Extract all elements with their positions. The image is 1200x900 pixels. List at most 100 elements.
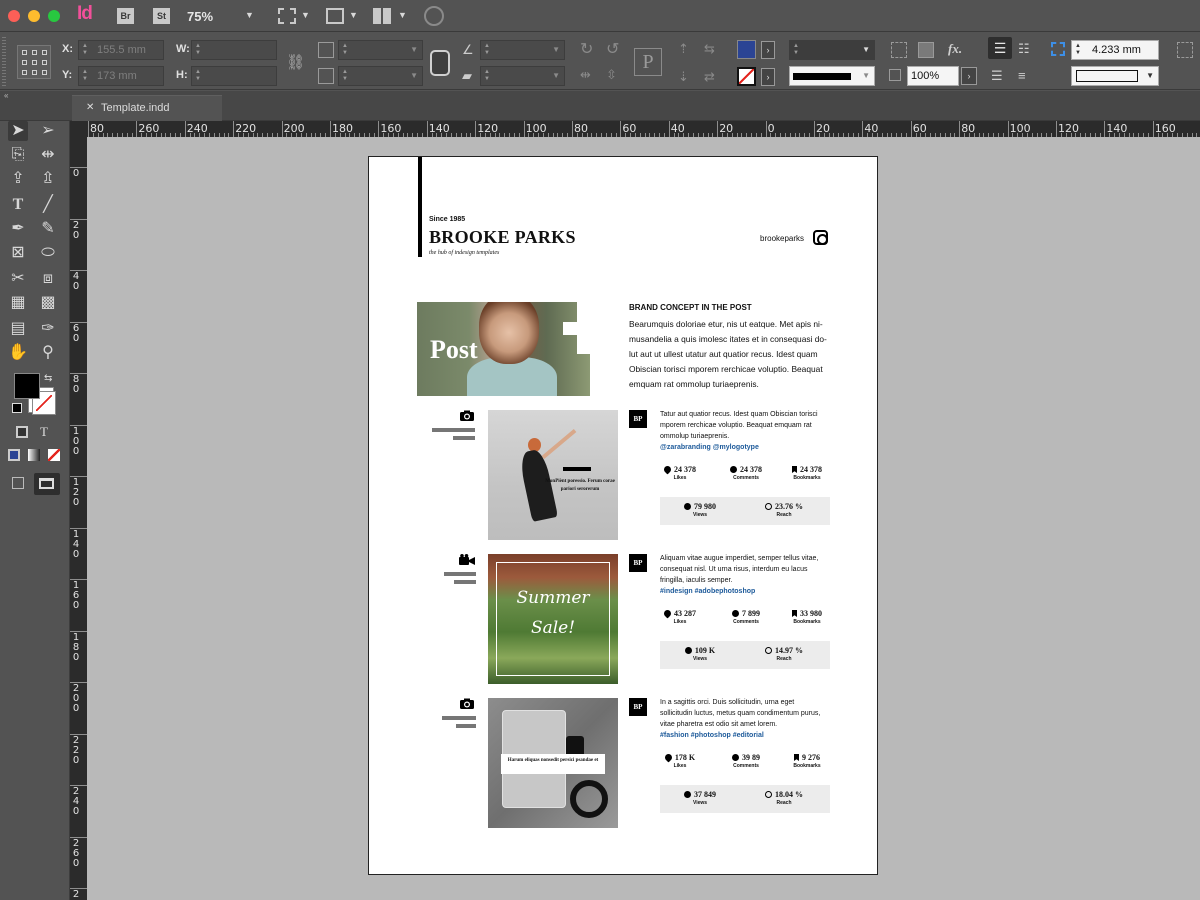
screen-mode-icon[interactable] [326,8,344,24]
align-center-text-icon[interactable]: ☷ [1018,41,1030,57]
stroke-swatch-menu-icon[interactable]: › [761,68,775,86]
zoom-tool-icon[interactable]: ⚲ [38,343,58,363]
stroke-weight-value-field[interactable]: ▲ ▼ 4.233 mm [1071,40,1159,60]
post-tags: #indesign #adobephotoshop [660,588,756,595]
formatting-affects-text-icon[interactable]: T [40,424,48,440]
apply-gradient-icon[interactable] [28,449,40,461]
ruler-label: 0 [767,122,775,135]
rotation-field[interactable]: ▲ ▼ ▼ [480,40,565,60]
bridge-button[interactable]: Br [117,8,134,24]
bookmarks-stat: 24 378 Bookmarks [792,465,822,481]
instagram-handle: brookeparks [760,234,805,243]
eyedropper-tool-icon[interactable]: ✑ [38,319,58,339]
screen-mode-dropdown-icon[interactable]: ▼ [349,10,358,20]
tab-template-indd[interactable]: ✕ Template.indd [72,95,222,121]
gap-tool-icon[interactable]: ⇹ [38,145,58,165]
post-text: In a sagittis orci. Duis sollicitudin, u… [660,699,821,739]
bookmarks-stat: 33 980 Bookmarks [792,609,822,625]
hand-tool-icon[interactable]: ✋ [8,343,28,363]
ruler-origin[interactable] [70,121,87,137]
object-style-select[interactable]: ▼ [1071,66,1159,86]
formatting-affects-container-icon[interactable] [16,426,28,438]
fill-color-box[interactable] [14,373,40,399]
gradient-swatch-tool-icon[interactable]: ▦ [8,293,28,313]
width-field[interactable]: ▲ ▼ [191,40,277,60]
comment-icon [730,466,737,473]
constrain-proportions-icon[interactable]: ⛓ [286,53,305,71]
stroke-weight-field[interactable]: ▲ ▼ ▼ [789,40,875,60]
shear-field[interactable]: ▲ ▼ ▼ [480,66,565,86]
constrain-scale-icon[interactable] [430,50,450,76]
scale-y-field[interactable]: ▲ ▼ ▼ [338,66,423,86]
content-collector-icon[interactable]: ⇪ [8,169,28,189]
minimize-window-button[interactable] [28,10,40,22]
selection-tool-icon[interactable]: ➤ [8,121,28,141]
document-page[interactable]: Since 1985 BROOKE PARKS the hub of indes… [368,156,878,875]
scissors-tool-icon[interactable]: ✂ [8,269,28,289]
quick-apply-icon[interactable] [1177,42,1193,58]
y-field[interactable]: ▲ ▼ 173 mm [78,66,164,86]
select-container-icon[interactable]: ⇡ [678,41,689,57]
select-next-object-icon[interactable]: ⇄ [704,69,715,85]
reach-stats: 37 849 Views 18.04 % Reach [660,785,830,813]
rotate-clockwise-icon[interactable]: ↻ [580,39,593,59]
line-tool-icon[interactable]: ╱ [38,195,58,215]
pen-tool-icon[interactable]: ✒ [8,219,28,239]
rotate-counterclockwise-icon[interactable]: ↺ [606,39,619,59]
note-tool-icon[interactable]: ▤ [8,319,28,339]
panel-grip[interactable] [2,37,6,87]
align-top-text-icon[interactable]: ☰ [988,37,1012,59]
swap-colors-icon[interactable]: ⇆ [44,373,52,384]
zoom-level[interactable]: 75% [187,9,213,24]
free-transform-tool-icon[interactable]: ⧈ [38,269,58,289]
close-tab-icon[interactable]: ✕ [86,102,94,113]
select-content-icon[interactable]: ⇣ [678,69,689,85]
stroke-type-select[interactable]: ▼ [789,66,875,86]
zoom-dropdown-icon[interactable]: ▼ [245,10,254,20]
select-previous-object-icon[interactable]: ⇆ [704,41,715,57]
text-wrap-icon[interactable] [891,42,907,58]
reach-stats: 109 K Views 14.97 % Reach [660,641,830,669]
apply-color-icon[interactable] [8,449,20,461]
direct-selection-tool-icon[interactable]: ➢ [38,121,58,141]
rectangle-frame-tool-icon[interactable]: ⊠ [8,243,28,263]
opacity-menu-icon[interactable]: › [961,67,977,85]
content-placer-icon[interactable]: ⇫ [38,169,58,189]
view-options-icon[interactable] [278,8,296,24]
flip-horizontal-icon[interactable]: ⇹ [580,67,591,83]
apply-none-icon[interactable] [48,449,60,461]
height-field[interactable]: ▲ ▼ [191,66,277,86]
auto-size-icon[interactable] [1051,42,1065,56]
scale-x-field[interactable]: ▲ ▼ ▼ [338,40,423,60]
page-tool-icon[interactable]: ⎘ [8,145,28,165]
align-bottom-text-icon[interactable]: ☰ [991,68,1003,84]
stock-button[interactable]: St [153,8,170,24]
justify-text-icon[interactable]: ≡ [1018,68,1026,83]
publish-online-icon[interactable] [424,6,444,26]
brand-concept-text: Bearumquis doloriae etur, nis ut eatque.… [629,319,827,389]
screen-mode-preview-button[interactable] [34,473,60,495]
effects-fx-icon[interactable]: fx. [948,41,962,57]
flip-vertical-icon[interactable]: ⇳ [606,67,617,83]
view-options-dropdown-icon[interactable]: ▼ [301,10,310,20]
drop-shadow-icon[interactable] [918,42,934,58]
fill-swatch-menu-icon[interactable]: › [761,41,775,59]
arrange-documents-icon[interactable] [373,8,391,24]
stroke-swatch[interactable] [737,67,756,86]
opacity-field[interactable]: 100% [907,66,959,86]
fill-swatch[interactable] [737,40,756,59]
post-text: Aliquam vitae augue imperdiet, semper te… [660,555,819,595]
x-field[interactable]: ▲ ▼ 155.5 mm [78,40,164,60]
type-tool-icon[interactable]: T [8,195,28,215]
gradient-feather-tool-icon[interactable]: ▩ [38,293,58,313]
ellipse-tool-icon[interactable]: ⬭ [38,243,58,263]
arrange-documents-dropdown-icon[interactable]: ▼ [398,10,407,20]
pencil-tool-icon[interactable]: ✎ [38,219,58,239]
zoom-window-button[interactable] [48,10,60,22]
normal-view-icon[interactable] [12,477,24,489]
close-window-button[interactable] [8,10,20,22]
ruler-major-tick [1152,121,1154,137]
collapse-panel-icon[interactable]: « [4,91,8,100]
default-colors-icon[interactable] [12,403,22,413]
reference-point-selector[interactable] [17,45,51,79]
